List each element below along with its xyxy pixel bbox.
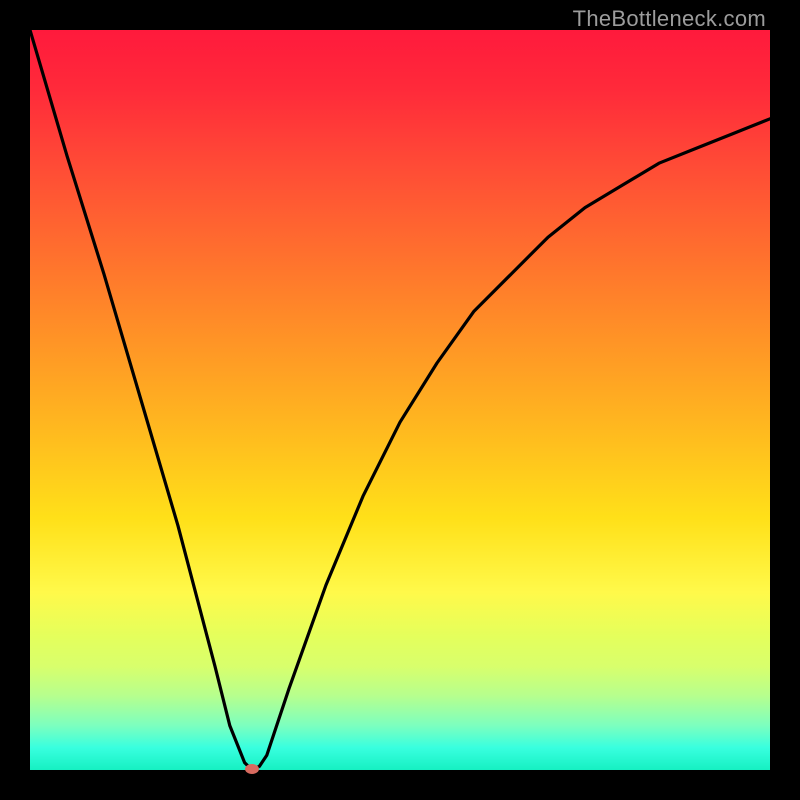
chart-frame: TheBottleneck.com — [0, 0, 800, 800]
optimal-marker — [245, 764, 259, 774]
curve-path — [30, 30, 770, 770]
plot-area — [30, 30, 770, 770]
attribution-text: TheBottleneck.com — [573, 6, 766, 32]
bottleneck-curve — [30, 30, 770, 770]
